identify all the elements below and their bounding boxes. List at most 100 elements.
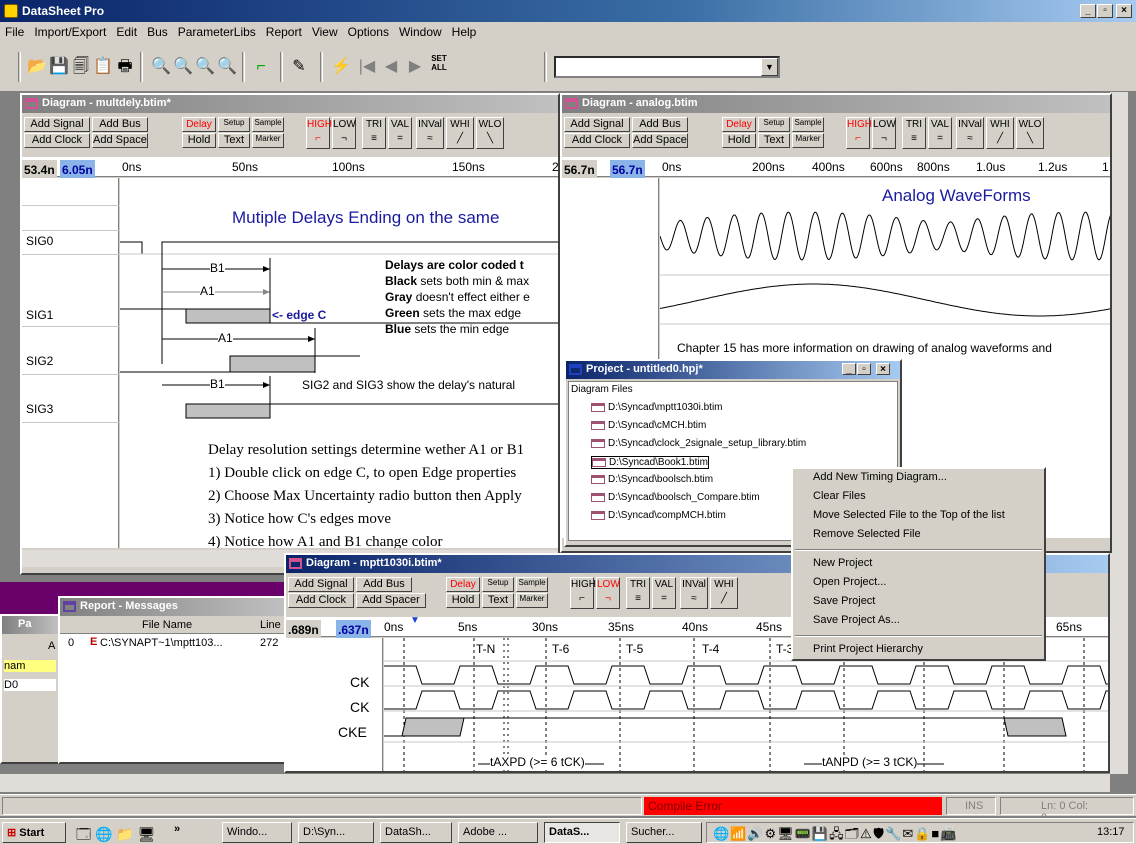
val-button[interactable]: VAL = xyxy=(388,117,412,149)
whi-button[interactable]: WHI ╱ xyxy=(986,117,1014,149)
text-button[interactable]: Text xyxy=(218,133,250,148)
add-spacer-button[interactable]: Add Spacer xyxy=(632,133,688,148)
next-icon[interactable]: ▶ xyxy=(404,56,426,78)
signal-name[interactable]: CK xyxy=(350,699,369,715)
menu-report[interactable]: Report xyxy=(261,22,307,42)
low-button[interactable]: LOW ¬ xyxy=(872,117,896,149)
menu-item-clear-files[interactable]: Clear Files xyxy=(793,488,1044,507)
first-icon[interactable]: |◀ xyxy=(356,56,378,78)
tray-icons[interactable]: 🌐📶🔊⚙🖥📟💾🖧🗂⚠🛡🔧✉🔒■📠 xyxy=(713,825,957,844)
taskbar-button[interactable]: Adobe ... xyxy=(458,822,538,843)
text-button[interactable]: Text xyxy=(482,593,514,608)
text-button[interactable]: Text xyxy=(758,133,790,148)
inval-button[interactable]: INVal ≈ xyxy=(416,117,444,149)
high-button[interactable]: HIGH ⌐ xyxy=(846,117,872,149)
zoom-fit-icon[interactable]: 🔍 xyxy=(194,56,216,78)
high-button[interactable]: HIGH ⌐ xyxy=(570,577,596,609)
maximize-button[interactable]: ▫ xyxy=(1097,4,1113,18)
add-clock-button[interactable]: Add Clock xyxy=(564,133,630,148)
close-button[interactable]: × xyxy=(1116,4,1132,18)
add-clock-button[interactable]: Add Clock xyxy=(24,133,90,148)
delay-button[interactable]: Delay xyxy=(182,117,216,132)
taskbar-button-active[interactable]: DataS... xyxy=(544,822,620,843)
col-file-name[interactable]: File Name xyxy=(142,619,192,631)
set-all-button[interactable]: SET ALL xyxy=(426,54,452,72)
wlo-button[interactable]: WLO ╲ xyxy=(1016,117,1044,149)
chevron-down-icon[interactable]: ▼ xyxy=(761,58,778,76)
tree-file-item[interactable]: D:\Syncad\boolsch_Compare.btim xyxy=(591,492,760,503)
menu-item-print-hierarchy[interactable]: Print Project Hierarchy xyxy=(793,641,1044,660)
edit-icon[interactable]: ✎ xyxy=(288,56,310,78)
menu-parameterlibs[interactable]: ParameterLibs xyxy=(173,22,261,42)
menu-import-export[interactable]: Import/Export xyxy=(29,22,111,42)
minimize-button[interactable]: _ xyxy=(1080,4,1096,18)
signal-name[interactable]: CKE xyxy=(338,724,367,740)
marker-button[interactable]: Marker xyxy=(792,133,824,148)
low-button[interactable]: LOW ¬ xyxy=(596,577,620,609)
whi-button[interactable]: WHI ╱ xyxy=(446,117,474,149)
setup-button[interactable]: Setup xyxy=(482,577,514,592)
add-clock-button[interactable]: Add Clock xyxy=(288,593,354,608)
menu-bus[interactable]: Bus xyxy=(142,22,173,42)
sample-button[interactable]: Sample xyxy=(792,117,824,132)
tri-button[interactable]: TRI ≡ xyxy=(902,117,926,149)
signal-name[interactable]: SIG2 xyxy=(26,354,53,368)
print-icon[interactable]: 🖶 xyxy=(114,56,136,78)
add-signal-button[interactable]: Add Signal xyxy=(24,117,90,132)
val-button[interactable]: VAL = xyxy=(652,577,676,609)
signal-name[interactable]: SIG1 xyxy=(26,308,53,322)
delay-button[interactable]: Delay xyxy=(446,577,480,592)
zoom-full-icon[interactable]: 🔍 xyxy=(216,56,238,78)
menu-item-remove-selected[interactable]: Remove Selected File xyxy=(793,526,1044,545)
setup-button[interactable]: Setup xyxy=(218,117,250,132)
tree-file-item[interactable]: D:\Syncad\cMCH.btim xyxy=(591,420,706,431)
menu-item-open-project[interactable]: Open Project... xyxy=(793,574,1044,593)
add-bus-button[interactable]: Add Bus xyxy=(356,577,412,592)
save-icon[interactable]: 💾 xyxy=(48,56,70,78)
hold-button[interactable]: Hold xyxy=(446,593,480,608)
add-bus-button[interactable]: Add Bus xyxy=(92,117,148,132)
taskbar-button[interactable]: DataSh... xyxy=(380,822,452,843)
menu-item-new-project[interactable]: New Project xyxy=(793,555,1044,574)
table-row[interactable]: 0 E C:\SYNAPT~1\mptt103... 272 xyxy=(60,636,286,652)
add-signal-button[interactable]: Add Signal xyxy=(564,117,630,132)
close-button[interactable]: × xyxy=(876,363,890,375)
taskbar-button[interactable]: Sucher... xyxy=(626,822,702,843)
cursor-marker-icon[interactable]: ▼ xyxy=(410,615,420,626)
tree-file-item[interactable]: D:\Syncad\boolsch.btim xyxy=(591,474,713,485)
menu-file[interactable]: File xyxy=(0,22,29,42)
taskbar-button[interactable]: Windo... xyxy=(222,822,292,843)
tri-button[interactable]: TRI ≡ xyxy=(626,577,650,609)
prev-icon[interactable]: ◀ xyxy=(380,56,402,78)
signal-name[interactable]: SIG0 xyxy=(26,234,53,248)
col-line[interactable]: Line xyxy=(260,619,281,631)
menu-item-save-project[interactable]: Save Project xyxy=(793,593,1044,612)
toolbar-combo[interactable]: ▼ xyxy=(554,56,780,78)
low-button[interactable]: LOW ¬ xyxy=(332,117,356,149)
menu-options[interactable]: Options xyxy=(343,22,394,42)
setup-button[interactable]: Setup xyxy=(758,117,790,132)
inval-button[interactable]: INVal ≈ xyxy=(956,117,984,149)
high-button[interactable]: HIGH ⌐ xyxy=(306,117,332,149)
delay-button[interactable]: Delay xyxy=(722,117,756,132)
tree-file-item[interactable]: D:\Syncad\clock_2signale_setup_library.b… xyxy=(591,438,806,449)
waveform-icon[interactable]: ⌐ xyxy=(250,56,272,78)
marker-button[interactable]: Marker xyxy=(252,133,284,148)
tree-file-item-selected[interactable]: D:\Syncad\Book1.btim xyxy=(591,456,709,469)
inval-button[interactable]: INVal ≈ xyxy=(680,577,708,609)
quick-launch-chevron[interactable]: » xyxy=(174,823,180,835)
wlo-button[interactable]: WLO ╲ xyxy=(476,117,504,149)
open-icon[interactable]: 📂 xyxy=(26,56,48,78)
add-spacer-button[interactable]: Add Spacer xyxy=(356,593,426,608)
marker-button[interactable]: Marker xyxy=(516,593,548,608)
add-signal-button[interactable]: Add Signal xyxy=(288,577,354,592)
menu-item-move-to-top[interactable]: Move Selected File to the Top of the lis… xyxy=(793,507,1044,526)
menu-item-save-project-as[interactable]: Save Project As... xyxy=(793,612,1044,631)
hold-button[interactable]: Hold xyxy=(722,133,756,148)
quick-launch-icons[interactable]: 🗔 🌐 📁 🖥 xyxy=(76,824,155,844)
signal-name[interactable]: CK xyxy=(350,674,369,690)
whi-button[interactable]: WHI ╱ xyxy=(710,577,738,609)
mdi-hscroll[interactable] xyxy=(0,774,1110,792)
zoom-out-icon[interactable]: 🔍 xyxy=(172,56,194,78)
ole-icon[interactable]: 📋 xyxy=(92,56,114,78)
